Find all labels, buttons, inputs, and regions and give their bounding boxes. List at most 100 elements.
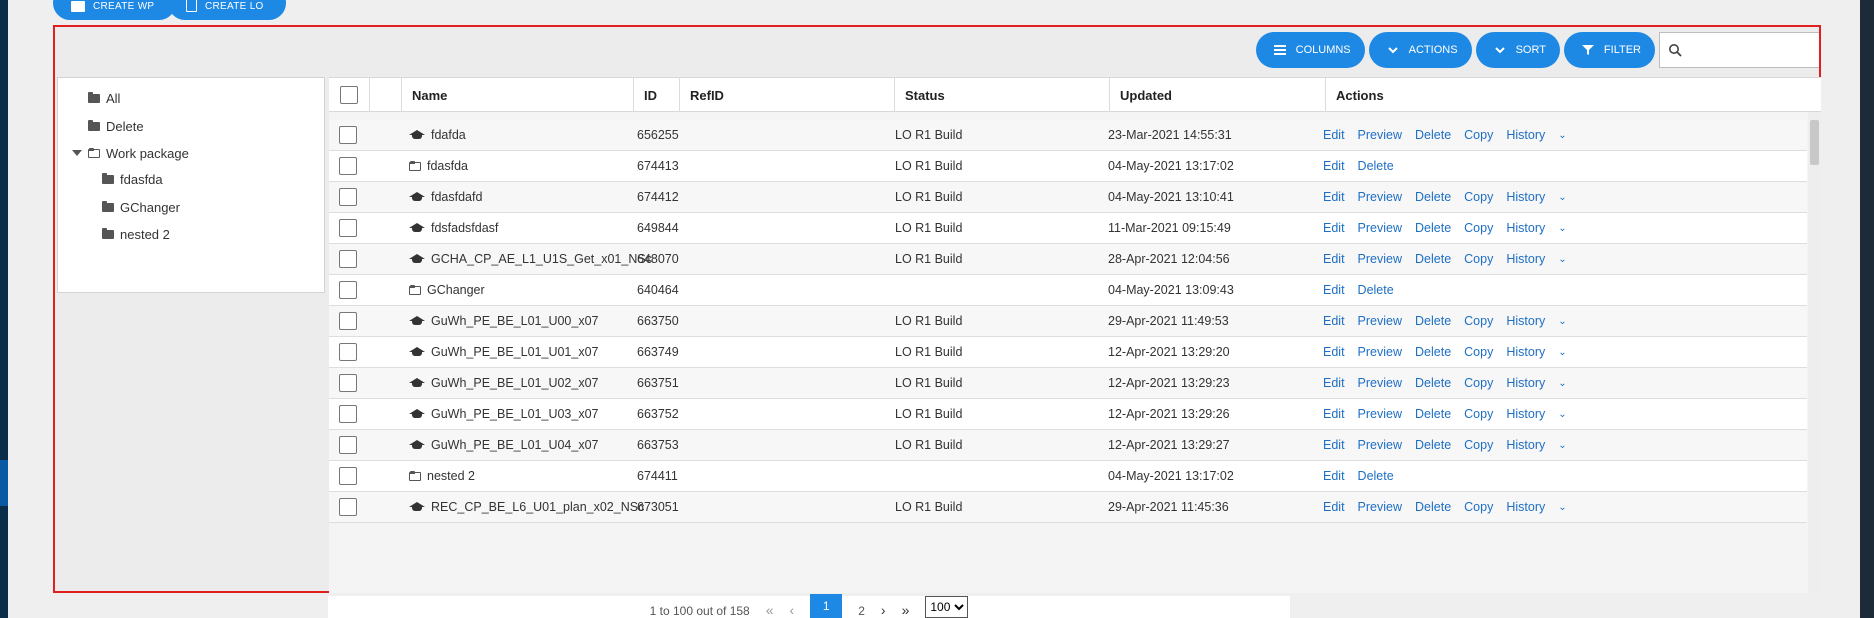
header-name[interactable]: Name [401, 78, 633, 112]
edit-link[interactable]: Edit [1323, 500, 1345, 514]
history-link[interactable]: History [1506, 438, 1545, 452]
edit-link[interactable]: Edit [1323, 314, 1345, 328]
table-row[interactable]: GuWh_PE_BE_L01_U02_x07 663751 LO R1 Build 1… [329, 368, 1807, 399]
table-row[interactable]: REC_CP_BE_L6_U01_plan_x02_NSc 673051 LO R1… [329, 492, 1807, 523]
row-name[interactable]: GCHA_CP_AE_L1_U1S_Get_x01_NSc [431, 252, 652, 266]
delete-link[interactable]: Delete [1358, 469, 1394, 483]
edit-link[interactable]: Edit [1323, 469, 1345, 483]
table-row[interactable]: GuWh_PE_BE_L01_U03_x07 663752 LO R1 Build 1… [329, 399, 1807, 430]
row-name[interactable]: nested 2 [427, 469, 475, 483]
delete-link[interactable]: Delete [1415, 376, 1451, 390]
row-checkbox[interactable] [339, 374, 357, 392]
chevron-down-icon[interactable]: ⌄ [1558, 440, 1566, 451]
edit-link[interactable]: Edit [1323, 252, 1345, 266]
table-row[interactable]: GuWh_PE_BE_L01_U04_x07 663753 LO R1 Build 1… [329, 430, 1807, 461]
copy-link[interactable]: Copy [1464, 407, 1493, 421]
header-id[interactable]: ID [633, 78, 679, 112]
row-name[interactable]: GuWh_PE_BE_L01_U01_x07 [431, 345, 598, 359]
row-name[interactable]: GuWh_PE_BE_L01_U00_x07 [431, 314, 598, 328]
delete-link[interactable]: Delete [1415, 407, 1451, 421]
row-checkbox[interactable] [339, 250, 357, 268]
preview-link[interactable]: Preview [1358, 500, 1402, 514]
row-name[interactable]: GuWh_PE_BE_L01_U03_x07 [431, 407, 598, 421]
history-link[interactable]: History [1506, 314, 1545, 328]
copy-link[interactable]: Copy [1464, 128, 1493, 142]
delete-link[interactable]: Delete [1415, 128, 1451, 142]
delete-link[interactable]: Delete [1415, 252, 1451, 266]
header-status[interactable]: Status [894, 78, 1109, 112]
edit-link[interactable]: Edit [1323, 407, 1345, 421]
tree-item-work-package[interactable]: Work package [72, 142, 189, 164]
chevron-down-icon[interactable]: ⌄ [1558, 254, 1566, 265]
row-name[interactable]: REC_CP_BE_L6_U01_plan_x02_NSc [431, 500, 644, 514]
chevron-down-icon[interactable]: ⌄ [1558, 347, 1566, 358]
table-row[interactable]: nested 2 674411 04-May-2021 13:17:02 Edit De… [329, 461, 1807, 492]
preview-link[interactable]: Preview [1358, 190, 1402, 204]
table-row[interactable]: fdasfda 674413 LO R1 Build 04-May-2021 13:1… [329, 151, 1807, 182]
table-row[interactable]: fdafda 656255 LO R1 Build 23-Mar-2021 14:55… [329, 120, 1807, 151]
preview-link[interactable]: Preview [1358, 376, 1402, 390]
chevron-down-icon[interactable]: ⌄ [1558, 316, 1566, 327]
chevron-down-icon[interactable]: ⌄ [1558, 192, 1566, 203]
tree-item-all[interactable]: All [88, 87, 120, 109]
tree-item-nested-2[interactable]: nested 2 [102, 223, 170, 245]
edit-link[interactable]: Edit [1323, 190, 1345, 204]
row-checkbox[interactable] [339, 281, 357, 299]
chevron-down-icon[interactable]: ⌄ [1558, 502, 1566, 513]
table-row[interactable]: GChanger 640464 04-May-2021 13:09:43 Edit De… [329, 275, 1807, 306]
create-wp-button[interactable]: CREATE WP [53, 0, 177, 20]
history-link[interactable]: History [1506, 128, 1545, 142]
row-checkbox[interactable] [339, 436, 357, 454]
header-updated[interactable]: Updated [1109, 78, 1325, 112]
actions-button[interactable]: ACTIONS [1368, 32, 1472, 68]
table-row[interactable]: GuWh_PE_BE_L01_U00_x07 663750 LO R1 Build 2… [329, 306, 1807, 337]
filter-button[interactable]: FILTER [1563, 32, 1655, 68]
chevron-down-icon[interactable]: ⌄ [1558, 130, 1566, 141]
history-link[interactable]: History [1506, 500, 1545, 514]
history-link[interactable]: History [1506, 376, 1545, 390]
edit-link[interactable]: Edit [1323, 128, 1345, 142]
delete-link[interactable]: Delete [1415, 438, 1451, 452]
history-link[interactable]: History [1506, 190, 1545, 204]
copy-link[interactable]: Copy [1464, 314, 1493, 328]
next-page-icon[interactable]: › [881, 602, 886, 618]
delete-link[interactable]: Delete [1358, 159, 1394, 173]
columns-button[interactable]: COLUMNS [1255, 32, 1365, 68]
page-next[interactable]: 2 [858, 604, 865, 618]
row-checkbox[interactable] [339, 405, 357, 423]
delete-link[interactable]: Delete [1415, 500, 1451, 514]
preview-link[interactable]: Preview [1358, 438, 1402, 452]
delete-link[interactable]: Delete [1415, 314, 1451, 328]
chevron-down-icon[interactable]: ⌄ [1558, 409, 1566, 420]
preview-link[interactable]: Preview [1358, 345, 1402, 359]
copy-link[interactable]: Copy [1464, 345, 1493, 359]
delete-link[interactable]: Delete [1358, 283, 1394, 297]
tree-item-gchanger[interactable]: GChanger [102, 196, 180, 218]
row-checkbox[interactable] [339, 188, 357, 206]
history-link[interactable]: History [1506, 345, 1545, 359]
page-size-select[interactable]: 100 [925, 596, 969, 618]
copy-link[interactable]: Copy [1464, 252, 1493, 266]
row-checkbox[interactable] [339, 498, 357, 516]
preview-link[interactable]: Preview [1358, 221, 1402, 235]
chevron-down-icon[interactable]: ⌄ [1558, 378, 1566, 389]
edit-link[interactable]: Edit [1323, 376, 1345, 390]
row-checkbox[interactable] [339, 219, 357, 237]
row-checkbox[interactable] [339, 157, 357, 175]
chevron-down-icon[interactable]: ⌄ [1558, 223, 1566, 234]
copy-link[interactable]: Copy [1464, 190, 1493, 204]
table-row[interactable]: fdsfadsfdasf 649844 LO R1 Build 11-Mar-2021… [329, 213, 1807, 244]
page-current[interactable]: 1 [810, 594, 843, 618]
row-name[interactable]: GuWh_PE_BE_L01_U04_x07 [431, 438, 598, 452]
table-row[interactable]: GuWh_PE_BE_L01_U01_x07 663749 LO R1 Build 1… [329, 337, 1807, 368]
select-all-checkbox[interactable] [340, 86, 358, 104]
table-row[interactable]: fdasfdafd 674412 LO R1 Build 04-May-2021 13… [329, 182, 1807, 213]
delete-link[interactable]: Delete [1415, 345, 1451, 359]
edit-link[interactable]: Edit [1323, 159, 1345, 173]
vertical-scrollbar[interactable] [1808, 112, 1821, 593]
tree-item-delete[interactable]: Delete [88, 115, 144, 137]
first-page-icon[interactable]: « [766, 602, 774, 618]
sort-button[interactable]: SORT [1475, 32, 1560, 68]
preview-link[interactable]: Preview [1358, 128, 1402, 142]
delete-link[interactable]: Delete [1415, 221, 1451, 235]
